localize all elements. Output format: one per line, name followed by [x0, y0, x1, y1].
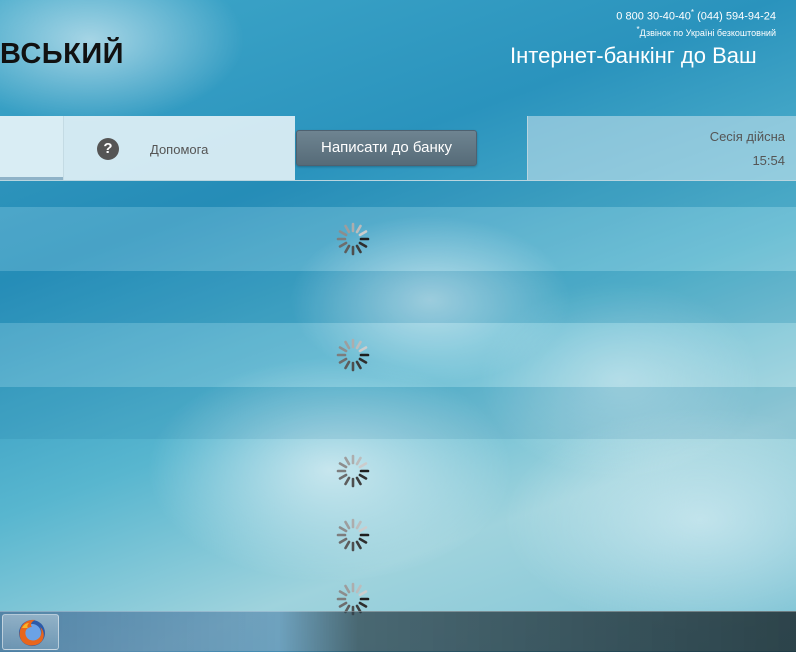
spinner-tick	[355, 224, 362, 234]
session-status: Сесія дійсна	[709, 129, 785, 144]
loading-band	[0, 207, 796, 271]
loading-band	[0, 323, 796, 387]
spinner-tick	[338, 346, 348, 353]
toolbar-tab-active[interactable]	[0, 116, 63, 180]
session-time: 15:54	[752, 153, 785, 168]
spinner-tick	[355, 540, 362, 550]
bank-logo[interactable]: ВСЬКИЙ	[0, 38, 124, 71]
content-band	[0, 387, 796, 439]
help-label[interactable]: Допомога	[150, 142, 208, 157]
spinner-tick	[355, 520, 362, 530]
spinner-tick	[358, 590, 368, 597]
spinner-tick	[355, 360, 362, 370]
spinner-tick	[338, 230, 348, 237]
asterisk: *	[690, 8, 695, 17]
help-icon[interactable]: ?	[97, 138, 119, 160]
content-band	[0, 181, 796, 207]
spinner-tick	[344, 244, 351, 254]
loading-spinner-icon	[336, 338, 370, 372]
spinner-tick	[344, 584, 351, 594]
toolbar: ? Допомога Написати до банку Сесія дійсн…	[0, 116, 796, 180]
spinner-tick	[358, 601, 368, 608]
free-call-note: Дзвінок по Україні безкоштовний	[639, 27, 776, 38]
spinner-tick	[358, 241, 368, 248]
spinner-tick	[338, 462, 348, 469]
header-slogan: Інтернет-банкінг до Ваш	[510, 43, 757, 68]
spinner-tick	[358, 230, 368, 237]
spinner-tick	[358, 462, 368, 469]
spinner-tick	[338, 357, 348, 364]
firefox-icon	[19, 619, 45, 646]
loading-spinner-icon	[336, 222, 370, 256]
phone-kyiv[interactable]: (044) 594-94-24	[697, 11, 776, 23]
spinner-tick	[358, 537, 368, 544]
spinner-tick	[344, 224, 351, 234]
contact-phones: 0 800 30-40-40* (044) 594-94-24 *Дзвінок…	[616, 8, 776, 38]
spinner-tick	[344, 476, 351, 486]
help-link[interactable]: ? Допомога	[63, 116, 295, 180]
spinner-tick	[358, 346, 368, 353]
spinner-tick	[344, 540, 351, 550]
taskbar-firefox-button[interactable]	[2, 614, 59, 650]
spinner-tick	[344, 456, 351, 466]
loading-spinner-icon	[336, 518, 370, 552]
content-band	[0, 271, 796, 323]
spinner-tick	[344, 340, 351, 350]
spinner-tick	[338, 473, 348, 480]
spinner-tick	[358, 357, 368, 364]
spinner-tick	[358, 526, 368, 533]
spinner-tick	[358, 473, 368, 480]
spinner-tick	[338, 526, 348, 533]
write-to-bank-button[interactable]: Написати до банку	[296, 130, 477, 166]
spinner-tick	[344, 520, 351, 530]
loading-spinner-icon	[336, 454, 370, 488]
header: ВСЬКИЙ 0 800 30-40-40* (044) 594-94-24 *…	[0, 0, 796, 116]
os-taskbar	[0, 611, 796, 652]
session-panel: Сесія дійсна 15:54	[527, 116, 796, 180]
spinner-tick	[355, 584, 362, 594]
spinner-tick	[355, 456, 362, 466]
spinner-tick	[355, 244, 362, 254]
spinner-tick	[338, 601, 348, 608]
spinner-tick	[344, 360, 351, 370]
spinner-tick	[355, 340, 362, 350]
spinner-tick	[355, 476, 362, 486]
spinner-tick	[338, 241, 348, 248]
spinner-tick	[338, 537, 348, 544]
phone-free[interactable]: 0 800 30-40-40	[616, 11, 691, 23]
spinner-tick	[338, 590, 348, 597]
